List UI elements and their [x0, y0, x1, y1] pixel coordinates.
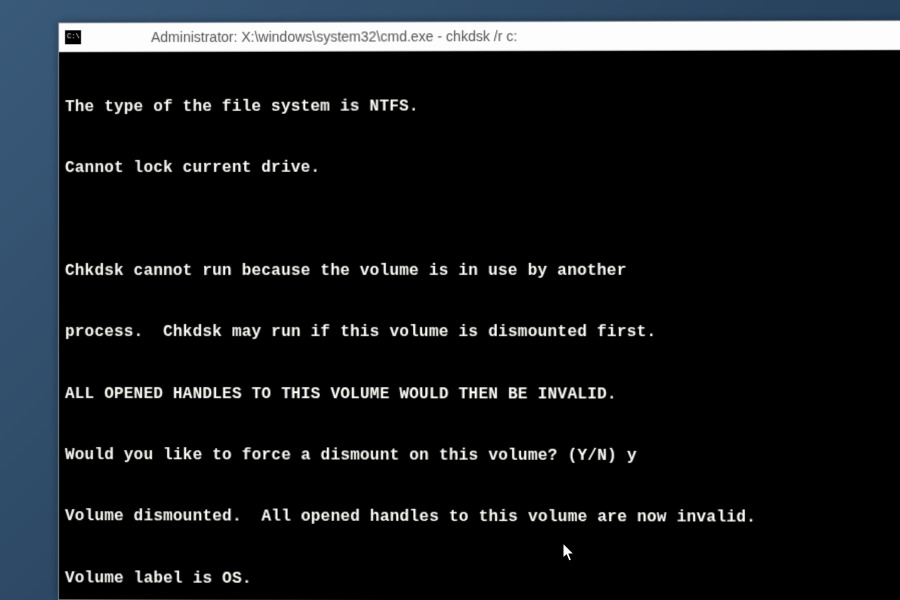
console-line: Volume label is OS.	[65, 568, 900, 591]
console-line: Would you like to force a dismount on th…	[65, 445, 900, 467]
console-line: The type of the file system is NTFS.	[65, 95, 899, 117]
cmd-window: C:\. Administrator: X:\windows\system32\…	[58, 20, 900, 600]
console-line: Chkdsk cannot run because the volume is …	[65, 260, 899, 281]
window-title: Administrator: X:\windows\system32\cmd.e…	[151, 28, 517, 45]
console-line: Cannot lock current drive.	[65, 157, 899, 179]
console-line: process. Chkdsk may run if this volume i…	[65, 322, 900, 343]
titlebar[interactable]: C:\. Administrator: X:\windows\system32\…	[59, 21, 900, 52]
console-output[interactable]: The type of the file system is NTFS. Can…	[59, 50, 900, 600]
console-line: ALL OPENED HANDLES TO THIS VOLUME WOULD …	[65, 384, 900, 405]
console-line	[65, 219, 899, 220]
console-line: Volume dismounted. All opened handles to…	[65, 506, 900, 528]
cmd-icon: C:\.	[65, 30, 81, 44]
